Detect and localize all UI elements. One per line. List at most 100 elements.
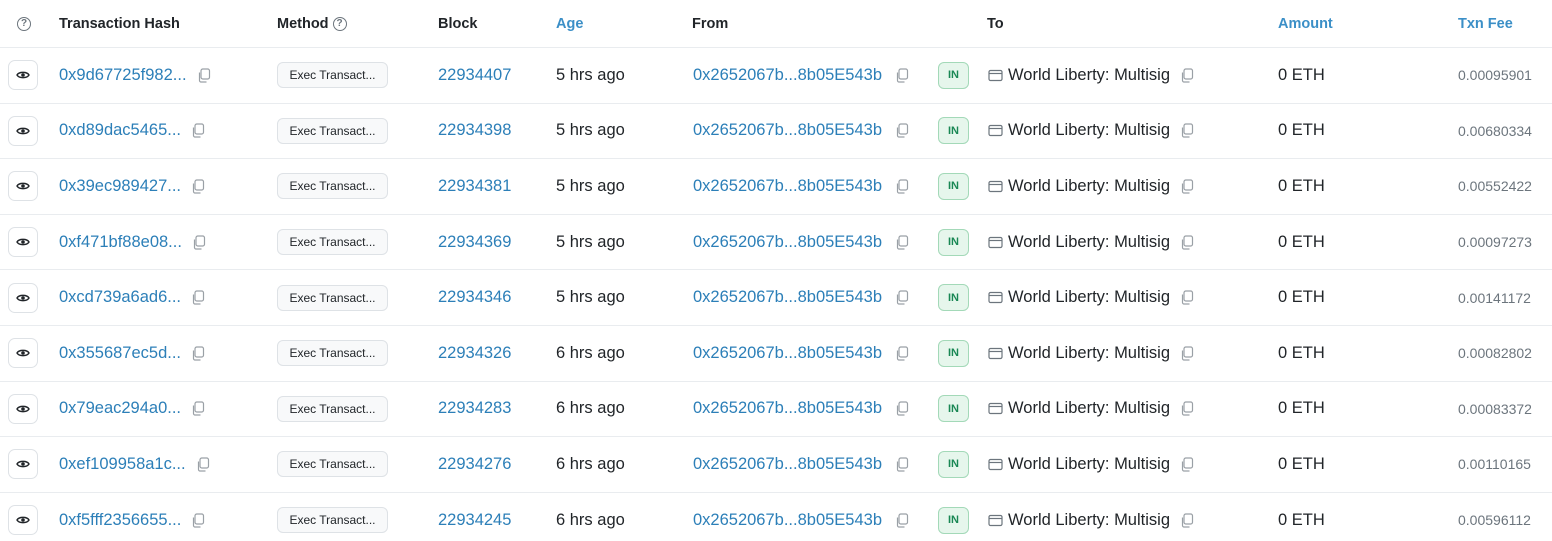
transaction-hash-link[interactable]: 0xef109958a1c... xyxy=(59,455,186,474)
table-header: ? Transaction Hash Method ? Block Age Fr… xyxy=(0,0,1552,48)
from-address-link[interactable]: 0x2652067b...8b05E543b xyxy=(693,121,882,140)
table-row: 0x79eac294a0... Exec Transact... 2293428… xyxy=(0,382,1552,438)
txn-fee-cell: 0.00596112 xyxy=(1458,512,1531,529)
to-address-label[interactable]: World Liberty: Multisig xyxy=(1008,511,1170,530)
copy-icon[interactable] xyxy=(895,179,909,194)
from-cell: 0x2652067b...8b05E543b xyxy=(693,270,909,325)
copy-icon[interactable] xyxy=(895,290,909,305)
transaction-hash-link[interactable]: 0x79eac294a0... xyxy=(59,399,181,418)
block-cell: 22934381 xyxy=(438,159,511,214)
copy-icon[interactable] xyxy=(895,68,909,83)
copy-icon[interactable] xyxy=(1180,346,1194,361)
from-address-link[interactable]: 0x2652067b...8b05E543b xyxy=(693,399,882,418)
block-link[interactable]: 22934381 xyxy=(438,177,511,196)
copy-icon[interactable] xyxy=(197,68,211,83)
header-age[interactable]: Age xyxy=(556,0,583,47)
header-amount[interactable]: Amount xyxy=(1278,0,1333,47)
to-address-label[interactable]: World Liberty: Multisig xyxy=(1008,288,1170,307)
to-address-label[interactable]: World Liberty: Multisig xyxy=(1008,233,1170,252)
transaction-hash-link[interactable]: 0xcd739a6ad6... xyxy=(59,288,181,307)
view-details-button[interactable] xyxy=(8,60,38,91)
view-details-button[interactable] xyxy=(8,449,38,480)
block-link[interactable]: 22934407 xyxy=(438,66,511,85)
method-info-icon[interactable]: ? xyxy=(332,16,347,31)
copy-icon[interactable] xyxy=(1180,234,1194,250)
view-details-button[interactable] xyxy=(8,505,38,536)
view-details-button[interactable] xyxy=(8,227,38,258)
view-details-button[interactable] xyxy=(8,338,38,369)
transaction-hash-link[interactable]: 0x9d67725f982... xyxy=(59,66,187,85)
copy-icon[interactable] xyxy=(191,401,205,416)
txn-fee-cell: 0.00083372 xyxy=(1458,400,1532,417)
from-address-link[interactable]: 0x2652067b...8b05E543b xyxy=(693,344,882,363)
view-details-button[interactable] xyxy=(8,282,38,313)
to-address-label[interactable]: World Liberty: Multisig xyxy=(1008,399,1170,418)
copy-icon[interactable] xyxy=(1180,179,1194,194)
to-address-label[interactable]: World Liberty: Multisig xyxy=(1008,66,1170,85)
view-details-button[interactable] xyxy=(8,171,38,202)
block-link[interactable]: 22934326 xyxy=(438,344,511,363)
to-address-label[interactable]: World Liberty: Multisig xyxy=(1008,121,1170,140)
from-address-link[interactable]: 0x2652067b...8b05E543b xyxy=(693,177,882,196)
copy-icon[interactable] xyxy=(191,346,205,361)
transaction-hash-link[interactable]: 0x39ec989427... xyxy=(59,177,181,196)
age-cell: 6 hrs ago xyxy=(556,510,625,529)
copy-icon[interactable] xyxy=(1180,457,1194,472)
header-txn-fee[interactable]: Txn Fee xyxy=(1458,0,1513,47)
amount-cell: 0 ETH xyxy=(1278,343,1325,362)
copy-icon[interactable] xyxy=(191,290,205,305)
method-cell: Exec Transact... xyxy=(277,270,388,325)
header-method: Method ? xyxy=(277,0,347,47)
contract-icon xyxy=(988,514,1003,527)
copy-icon[interactable] xyxy=(895,346,909,361)
copy-icon[interactable] xyxy=(895,123,909,138)
transaction-hash-link[interactable]: 0xf471bf88e08... xyxy=(59,233,182,252)
to-address-label[interactable]: World Liberty: Multisig xyxy=(1008,177,1170,196)
copy-icon[interactable] xyxy=(191,512,205,528)
transaction-hash-link[interactable]: 0xd89dac5465... xyxy=(59,121,181,140)
block-cell: 22934398 xyxy=(438,104,511,159)
transaction-hash-link[interactable]: 0x355687ec5d... xyxy=(59,344,181,363)
block-link[interactable]: 22934283 xyxy=(438,399,511,418)
from-address-link[interactable]: 0x2652067b...8b05E543b xyxy=(693,233,882,252)
from-address-link[interactable]: 0x2652067b...8b05E543b xyxy=(693,288,882,307)
copy-icon[interactable] xyxy=(1180,123,1194,138)
question-circle-icon[interactable]: ? xyxy=(17,16,31,31)
direction-cell: IN xyxy=(938,104,969,159)
block-link[interactable]: 22934245 xyxy=(438,511,511,530)
method-badge: Exec Transact... xyxy=(277,173,388,200)
copy-icon[interactable] xyxy=(196,457,210,472)
from-address-link[interactable]: 0x2652067b...8b05E543b xyxy=(693,455,882,474)
copy-icon[interactable] xyxy=(895,234,909,250)
block-link[interactable]: 22934369 xyxy=(438,233,511,252)
copy-icon[interactable] xyxy=(895,457,909,472)
in-badge: IN xyxy=(938,117,969,145)
copy-icon[interactable] xyxy=(1180,401,1194,416)
copy-icon[interactable] xyxy=(1180,290,1194,305)
in-badge: IN xyxy=(938,506,969,534)
view-details-button[interactable] xyxy=(8,393,38,424)
transaction-hash-link[interactable]: 0xf5fff2356655... xyxy=(59,511,181,530)
from-address-link[interactable]: 0x2652067b...8b05E543b xyxy=(693,66,882,85)
from-address-link[interactable]: 0x2652067b...8b05E543b xyxy=(693,511,882,530)
block-link[interactable]: 22934398 xyxy=(438,121,511,140)
amount-cell: 0 ETH xyxy=(1278,232,1325,251)
copy-icon[interactable] xyxy=(895,401,909,416)
direction-cell: IN xyxy=(938,382,969,437)
block-link[interactable]: 22934276 xyxy=(438,455,511,474)
copy-icon[interactable] xyxy=(1180,68,1194,83)
age-cell: 5 hrs ago xyxy=(556,176,625,195)
method-cell: Exec Transact... xyxy=(277,104,388,159)
copy-icon[interactable] xyxy=(192,234,206,250)
copy-icon[interactable] xyxy=(1180,512,1194,528)
to-address-label[interactable]: World Liberty: Multisig xyxy=(1008,455,1170,474)
copy-icon[interactable] xyxy=(191,123,205,138)
copy-icon[interactable] xyxy=(191,179,205,194)
transactions-table: ? Transaction Hash Method ? Block Age Fr… xyxy=(0,0,1552,541)
view-details-button[interactable] xyxy=(8,115,38,146)
block-link[interactable]: 22934346 xyxy=(438,288,511,307)
copy-icon[interactable] xyxy=(895,512,909,528)
to-address-label[interactable]: World Liberty: Multisig xyxy=(1008,344,1170,363)
direction-cell: IN xyxy=(938,270,969,325)
help-column[interactable]: ? xyxy=(17,0,31,47)
